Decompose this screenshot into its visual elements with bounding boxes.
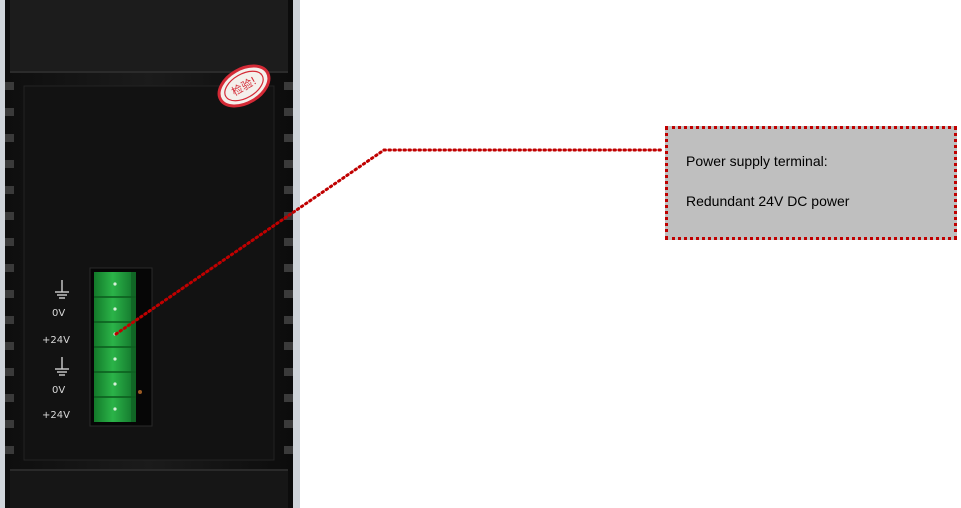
terminal-label-24v-1: +24V — [42, 335, 70, 346]
device-photo: 检验! 0V +24V 0V +24V — [0, 0, 300, 508]
vent-ribs-right — [284, 82, 293, 454]
callout-description: Redundant 24V DC power — [686, 193, 850, 209]
terminal-label-0v-2: 0V — [52, 385, 65, 396]
terminal-label-0v-1: 0V — [52, 308, 65, 319]
vent-ribs-left — [5, 82, 14, 454]
module-top-cap — [10, 0, 288, 72]
terminal-label-24v-2: +24V — [42, 410, 70, 421]
terminal-connector — [89, 267, 153, 427]
callout-title: Power supply terminal: — [686, 153, 828, 169]
module-bottom-cap — [10, 470, 288, 508]
callout-box: Power supply terminal: Redundant 24V DC … — [665, 126, 957, 240]
